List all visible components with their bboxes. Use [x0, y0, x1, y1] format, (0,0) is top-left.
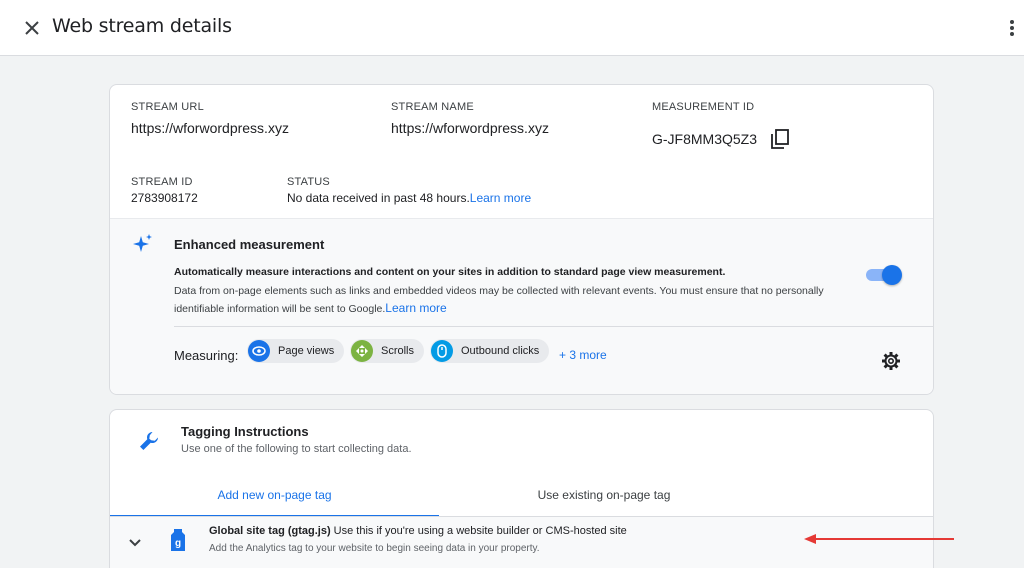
more-options-button[interactable]: [1002, 16, 1022, 40]
more-measurements-link[interactable]: + 3 more: [559, 348, 607, 362]
row-title-bold: Global site tag (gtag.js): [209, 525, 331, 537]
row-title-rest: Use this if you're using a website build…: [330, 525, 627, 537]
scroll-icon: [351, 340, 373, 362]
enhanced-measurement-note-text: Data from on-page elements such as links…: [174, 285, 824, 315]
page-title: Web stream details: [52, 15, 232, 37]
chip-label: Page views: [278, 345, 335, 357]
enhanced-learn-more-link[interactable]: Learn more: [385, 301, 446, 315]
copy-button[interactable]: [769, 128, 791, 150]
tab-use-existing-tag[interactable]: Use existing on-page tag: [439, 479, 769, 517]
chevron-down-icon: [129, 539, 141, 547]
svg-text:g: g: [175, 538, 181, 549]
chip-scrolls[interactable]: Scrolls: [350, 339, 425, 363]
annotation-arrow: [804, 534, 954, 544]
tagging-subtitle: Use one of the following to start collec…: [181, 443, 412, 455]
close-icon: [25, 21, 39, 35]
stream-id-value: 2783908172: [131, 191, 198, 205]
settings-button[interactable]: [880, 350, 902, 372]
row-title: Global site tag (gtag.js) Use this if yo…: [209, 525, 627, 537]
row-subtitle: Add the Analytics tag to your website to…: [209, 543, 540, 554]
chip-label: Scrolls: [381, 345, 415, 357]
status-learn-more-link[interactable]: Learn more: [470, 191, 531, 205]
more-vert-icon: [1010, 20, 1014, 36]
stream-url-value: https://wforwordpress.xyz: [131, 120, 289, 136]
gear-icon: [882, 352, 900, 370]
chip-label: Outbound clicks: [461, 345, 540, 357]
copy-icon: [771, 129, 789, 149]
measurement-id-value: G-JF8MM3Q5Z3: [652, 131, 758, 147]
chip-page-views[interactable]: Page views: [247, 339, 345, 363]
tab-add-new-tag[interactable]: Add new on-page tag: [110, 479, 439, 517]
tagging-title: Tagging Instructions: [181, 424, 309, 439]
enhanced-measurement-toggle[interactable]: [866, 265, 902, 285]
toggle-thumb: [882, 265, 902, 285]
close-button[interactable]: [20, 16, 44, 40]
stream-url-label: STREAM URL: [131, 101, 204, 113]
enhanced-measurement-desc: Automatically measure interactions and c…: [174, 266, 726, 278]
enhanced-measurement-section: Enhanced measurement Automatically measu…: [110, 218, 933, 394]
sparkle-icon: [133, 234, 152, 252]
chip-outbound-clicks[interactable]: Outbound clicks: [430, 339, 550, 363]
stream-name-label: STREAM NAME: [391, 101, 474, 113]
enhanced-measurement-note: Data from on-page elements such as links…: [174, 283, 874, 318]
stream-details-card: STREAM URL https://wforwordpress.xyz STR…: [109, 84, 934, 395]
gtag-icon: g: [171, 529, 185, 551]
measuring-label: Measuring:: [174, 348, 239, 363]
divider: [174, 326, 933, 327]
expand-button[interactable]: [127, 535, 143, 551]
status-label: STATUS: [287, 176, 330, 188]
status-value: No data received in past 48 hours.: [287, 191, 470, 205]
stream-id-label: STREAM ID: [131, 176, 193, 188]
top-bar: Web stream details: [0, 0, 1024, 56]
wrench-icon: [140, 432, 158, 450]
measurement-id-label: MEASUREMENT ID: [652, 101, 755, 113]
mouse-icon: [431, 340, 453, 362]
eye-icon: [248, 340, 270, 362]
stream-name-value: https://wforwordpress.xyz: [391, 120, 549, 136]
status-text: No data received in past 48 hours.Learn …: [287, 191, 531, 205]
enhanced-measurement-title: Enhanced measurement: [174, 237, 325, 252]
